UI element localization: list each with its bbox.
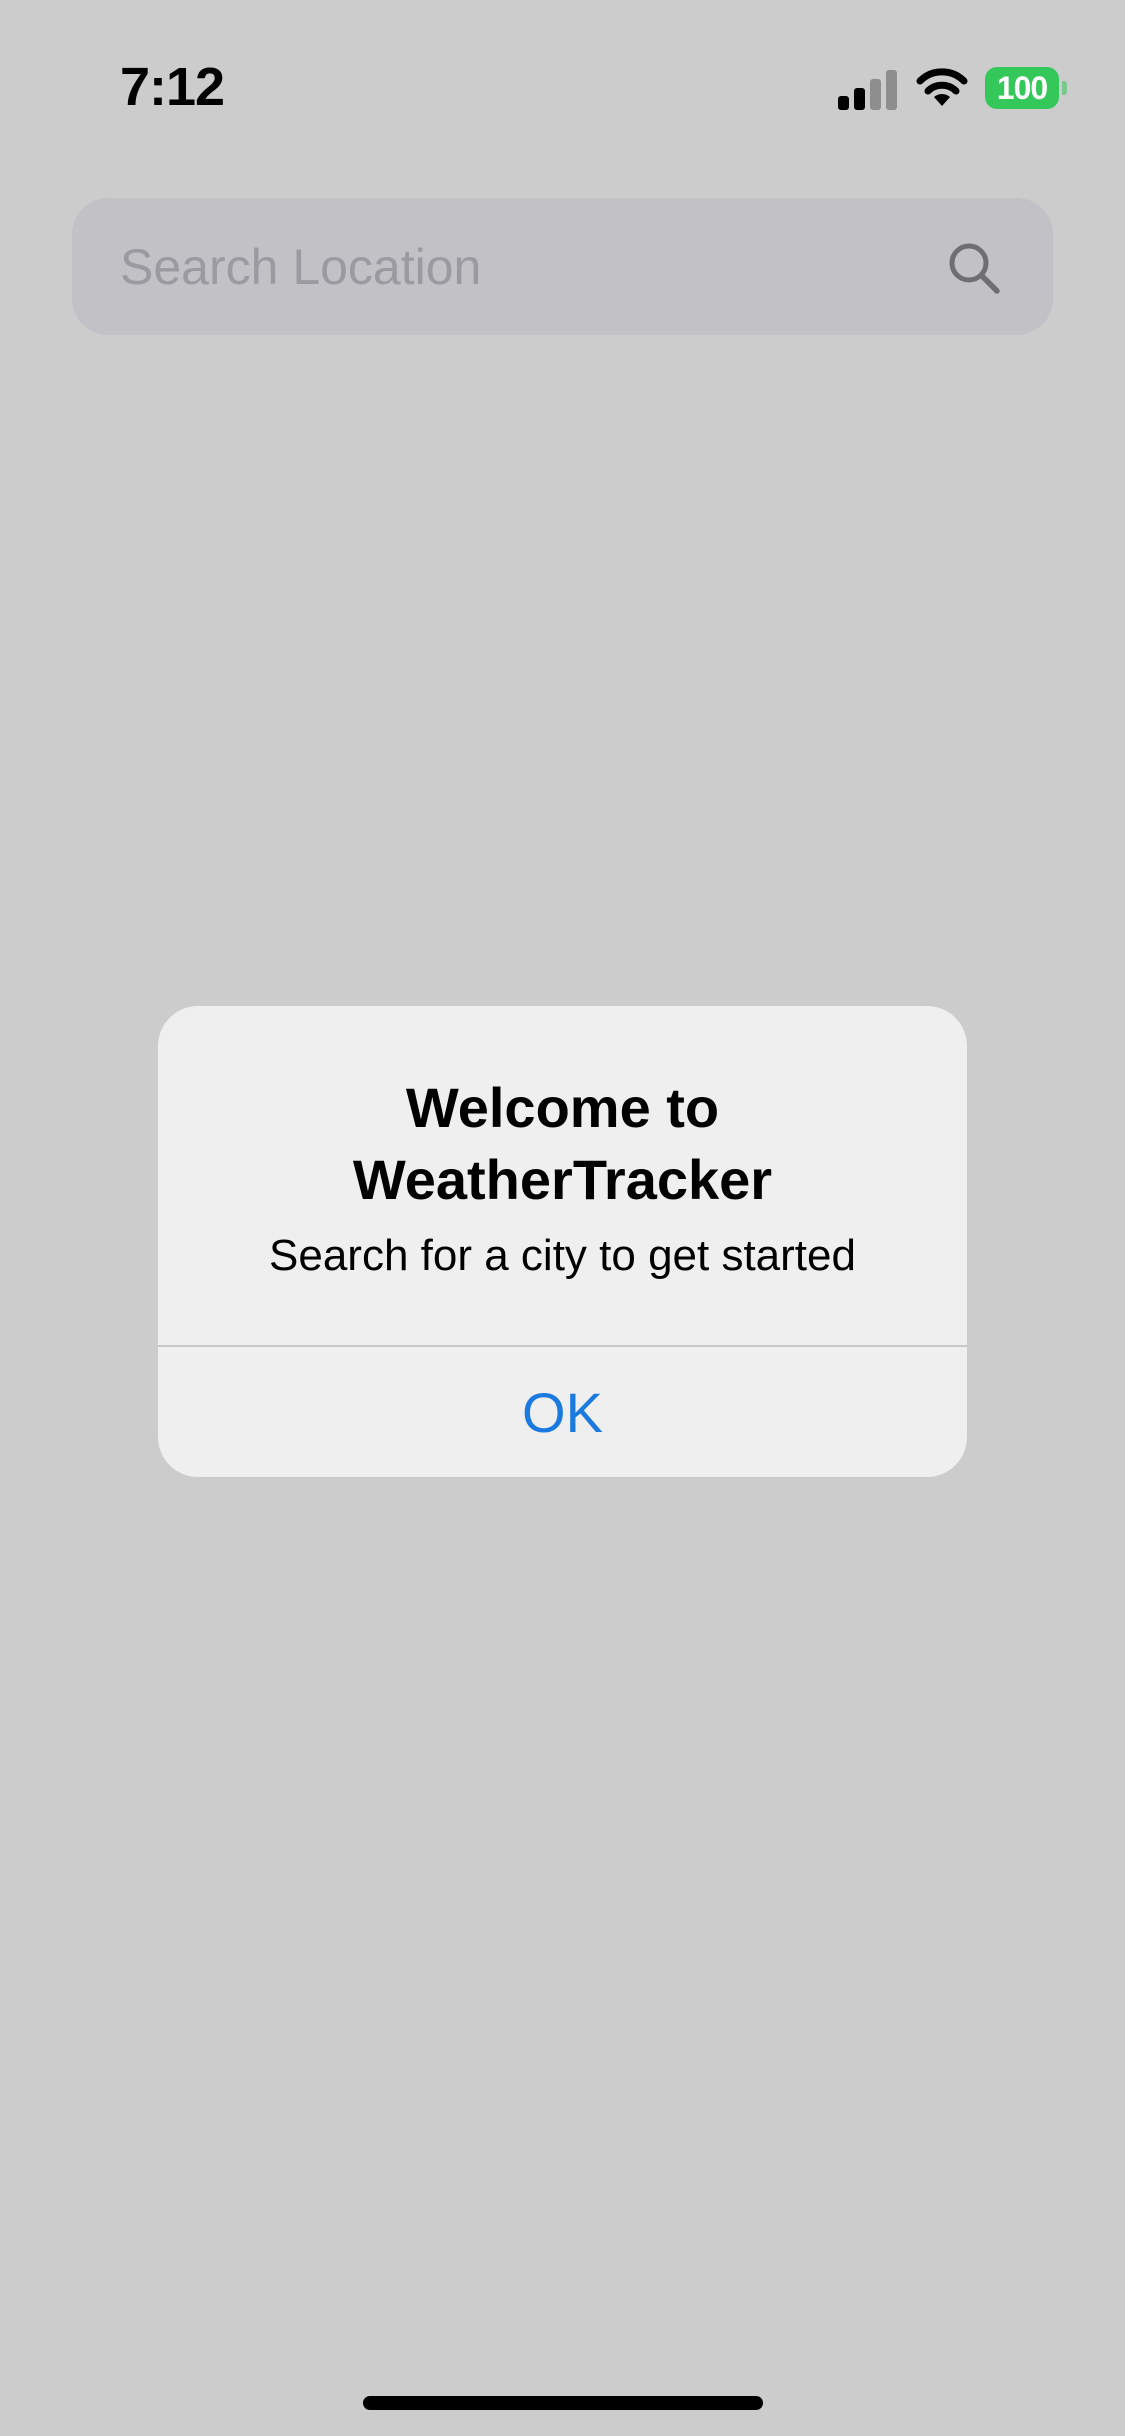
ok-button[interactable]: OK (158, 1347, 967, 1477)
wifi-icon (916, 68, 968, 106)
search-input[interactable] (120, 198, 960, 335)
search-bar[interactable] (72, 198, 1053, 335)
search-icon[interactable] (946, 240, 1002, 296)
status-bar: 7:12 100 (0, 0, 1125, 150)
status-time: 7:12 (120, 57, 225, 117)
welcome-alert: Welcome to WeatherTracker Search for a c… (158, 1006, 967, 1477)
alert-title: Welcome to WeatherTracker (352, 1076, 773, 1211)
battery-level: 100 (985, 67, 1059, 109)
home-indicator[interactable] (363, 2396, 763, 2410)
alert-message: Search for a city to get started (269, 1231, 856, 1280)
battery-icon: 100 (985, 67, 1067, 109)
cellular-signal-icon (838, 70, 897, 110)
alert-content: Welcome to WeatherTracker Search for a c… (158, 1006, 967, 1345)
battery-cap (1062, 81, 1067, 95)
